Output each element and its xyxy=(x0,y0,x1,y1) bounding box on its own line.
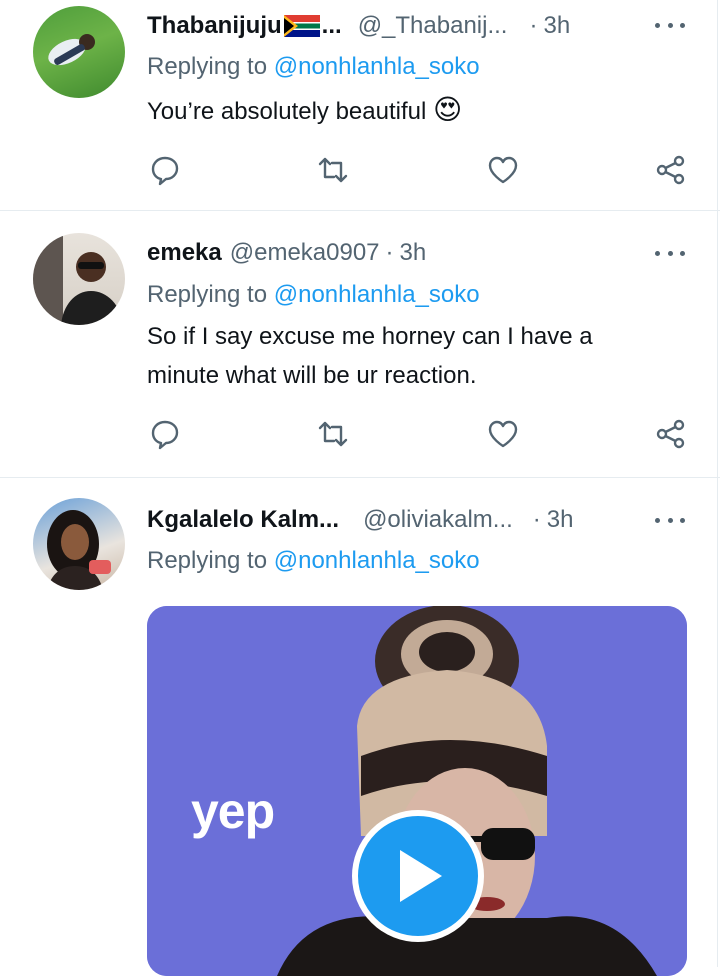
replying-to-label: Replying to xyxy=(147,53,268,80)
avatar[interactable] xyxy=(33,6,125,98)
like-icon[interactable] xyxy=(486,417,520,451)
retweet-icon[interactable] xyxy=(316,417,350,451)
tweet-header: Thabanijuju ... @_Thabanij... · 3h xyxy=(147,9,570,43)
avatar[interactable] xyxy=(33,233,125,325)
replying-to: Replying to @nonhlanhla_soko xyxy=(147,281,480,309)
display-name[interactable]: Kgalalelo Kalm... xyxy=(147,506,339,534)
gif-media[interactable]: yep xyxy=(147,606,687,976)
more-icon[interactable] xyxy=(655,515,685,525)
timestamp[interactable]: 3h xyxy=(543,12,570,40)
mention-link[interactable]: @nonhlanhla_soko xyxy=(274,547,480,574)
tweet-text-line: So if I say excuse me horney can I have … xyxy=(147,323,593,350)
separator-dot: · xyxy=(532,506,541,533)
replying-to: Replying to @nonhlanhla_soko xyxy=(147,53,480,81)
share-icon[interactable] xyxy=(654,153,688,187)
name-ellipsis: ... xyxy=(321,12,342,39)
tweet[interactable]: emeka @emeka0907 · 3h Replying to @nonhl… xyxy=(0,211,718,477)
separator-dot: · xyxy=(385,239,394,266)
tweet-text: So if I say excuse me horney can I have … xyxy=(147,317,687,395)
reply-icon[interactable] xyxy=(148,153,182,187)
replying-to: Replying to @nonhlanhla_soko xyxy=(147,547,480,575)
tweet-header: Kgalalelo Kalm... @oliviakalm... · 3h xyxy=(147,503,574,537)
mention-link[interactable]: @nonhlanhla_soko xyxy=(274,53,480,80)
display-name[interactable]: emeka xyxy=(147,239,222,267)
reply-icon[interactable] xyxy=(148,417,182,451)
tweet-text-line: minute what will be ur reaction. xyxy=(147,362,477,389)
handle[interactable]: @emeka0907 xyxy=(230,239,380,267)
tweet-header: emeka @emeka0907 · 3h xyxy=(147,236,426,270)
avatar[interactable] xyxy=(33,498,125,590)
share-icon[interactable] xyxy=(654,417,688,451)
replying-to-label: Replying to xyxy=(147,281,268,308)
more-icon[interactable] xyxy=(655,20,685,30)
replying-to-label: Replying to xyxy=(147,547,268,574)
action-bar xyxy=(148,153,688,187)
handle[interactable]: @_Thabanij... xyxy=(358,12,508,40)
separator-dot: · xyxy=(529,12,538,39)
heart-eyes-emoji: 😍 xyxy=(433,94,463,125)
display-name[interactable]: Thabanijuju xyxy=(147,12,282,40)
timestamp[interactable]: 3h xyxy=(547,506,574,534)
more-icon[interactable] xyxy=(655,248,685,258)
tweet-text: You’re absolutely beautiful 😍 xyxy=(147,90,687,131)
like-icon[interactable] xyxy=(486,153,520,187)
handle[interactable]: @oliviakalm... xyxy=(363,506,513,534)
south-africa-flag-icon xyxy=(283,15,320,37)
retweet-icon[interactable] xyxy=(316,153,350,187)
tweet[interactable]: Thabanijuju ... @_Thabanij... · 3h Reply… xyxy=(0,0,718,210)
action-bar xyxy=(148,417,688,451)
timestamp[interactable]: 3h xyxy=(400,239,427,267)
gif-caption: yep xyxy=(191,783,275,839)
mention-link[interactable]: @nonhlanhla_soko xyxy=(274,281,480,308)
play-icon[interactable] xyxy=(352,810,484,942)
tweet-text-content: You’re absolutely beautiful xyxy=(147,98,427,125)
